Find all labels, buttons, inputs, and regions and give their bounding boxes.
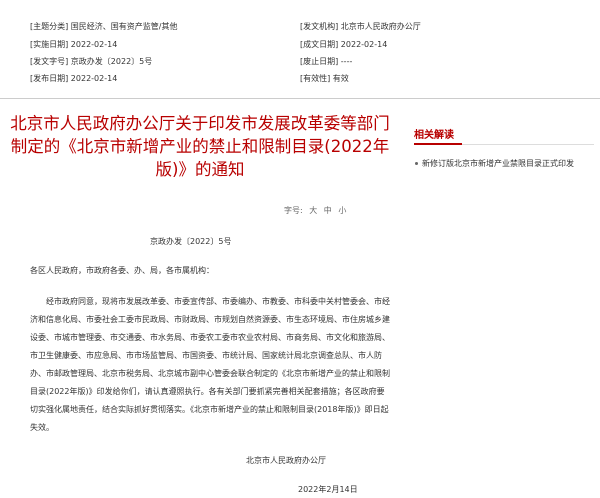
meta-doc-number: [发文字号] 京政办发〔2022〕5号 [30,57,152,67]
meta-key: [成文日期] [300,40,339,49]
meta-written-date: [成文日期] 2022-02-14 [300,40,387,50]
meta-key: [发布日期] [30,74,69,83]
meta-value: 有效 [332,74,349,83]
meta-key: [有效性] [300,74,331,83]
meta-value: ---- [340,57,353,66]
font-size-small-button[interactable]: 小 [338,206,346,215]
font-size-medium-button[interactable]: 中 [324,206,332,215]
meta-validity: [有效性] 有效 [300,74,349,84]
meta-topic: [主题分类] 国民经济、国有资产监管/其他 [30,22,178,32]
meta-key: [废止日期] [300,57,339,66]
meta-key: [发文机构] [300,22,339,31]
font-size-switcher: 字号: 大 中 小 [284,205,346,216]
meta-key: [发文字号] [30,57,69,66]
related-link[interactable]: 新修订版北京市新增产业禁限目录正式印发 [414,155,594,173]
font-size-label: 字号: [284,206,303,215]
article-title: 北京市人民政府办公厅关于印发市发展改革委等部门制定的《北京市新增产业的禁止和限制… [10,114,390,179]
meta-key: [实施日期] [30,40,69,49]
related-heading: 相关解读 [414,126,594,145]
meta-value: 2022-02-14 [70,40,118,49]
signature-date: 2022年2月14日 [298,485,358,494]
document-number: 京政办发〔2022〕5号 [150,237,232,246]
meta-publish-date: [发布日期] 2022-02-14 [30,74,117,84]
meta-value: 京政办发〔2022〕5号 [70,57,153,66]
article-body: 经市政府同意，现将市发展改革委、市委宣传部、市委编办、市教委、市科委中关村管委会… [30,297,390,432]
meta-value: 2022-02-14 [70,74,118,83]
meta-issuer: [发文机构] 北京市人民政府办公厅 [300,22,421,32]
meta-effective-date: [实施日期] 2022-02-14 [30,40,117,50]
meta-value: 2022-02-14 [340,40,388,49]
meta-repeal-date: [废止日期] ---- [300,57,352,67]
document-metadata-panel: [主题分类] 国民经济、国有资产监管/其他 [实施日期] 2022-02-14 … [0,0,600,99]
meta-value: 北京市人民政府办公厅 [340,22,421,31]
related-interpretation-panel: 相关解读 新修订版北京市新增产业禁限目录正式印发 [414,126,594,173]
meta-key: [主题分类] [30,22,69,31]
addressee: 各区人民政府，市政府各委、办、局，各市属机构： [30,266,214,275]
signature: 北京市人民政府办公厅 [246,456,326,465]
meta-value: 国民经济、国有资产监管/其他 [70,22,178,31]
font-size-large-button[interactable]: 大 [309,206,317,215]
